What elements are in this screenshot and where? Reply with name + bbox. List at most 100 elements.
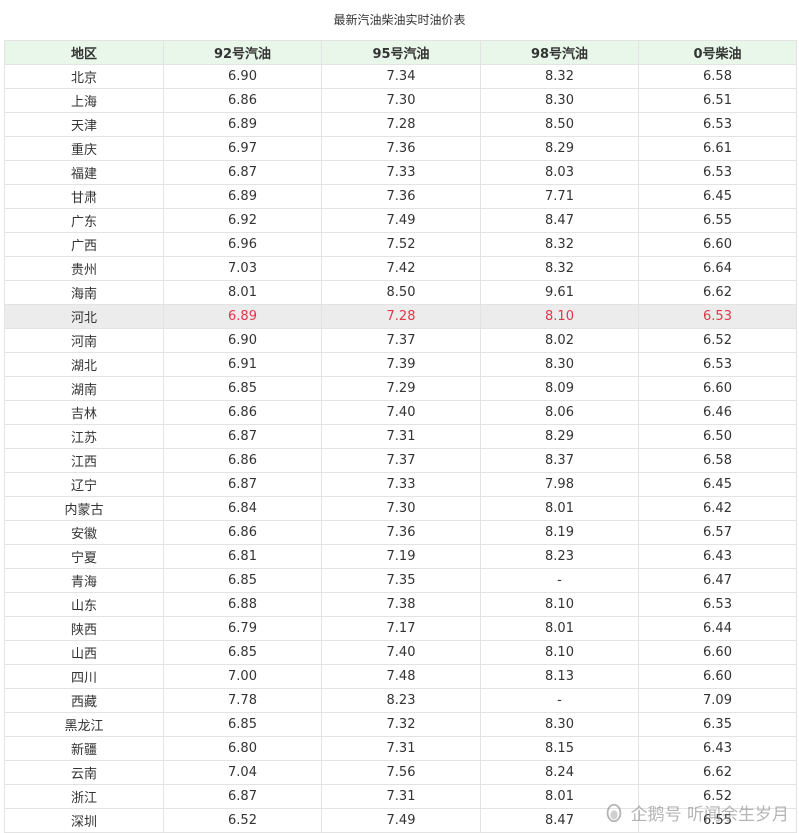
price-diesel-cell: 6.46 [638,400,797,425]
price-98-cell: 8.32 [480,64,639,89]
price-diesel-cell: 7.09 [638,688,797,713]
price-diesel-cell: 6.45 [638,184,797,209]
table-row: 西藏 7.78 8.23-7.09 [4,688,797,713]
table-row: 河北 6.89 7.28 8.10 6.53 [4,304,797,329]
price-95-cell: 7.32 [321,712,481,737]
region-cell: 浙江 [4,784,164,809]
price-95-cell: 7.40 [321,640,481,665]
price-98-cell: 7.98 [480,472,639,497]
table-row: 湖南 6.85 7.29 8.09 6.60 [4,376,797,401]
price-92-cell: 6.80 [163,736,322,761]
price-92-cell: 6.86 [163,448,322,473]
price-diesel-cell: 6.52 [638,328,797,353]
price-98-cell: 8.13 [480,664,639,689]
table-row: 山西 6.85 7.40 8.10 6.60 [4,640,797,665]
price-diesel-cell: 6.60 [638,664,797,689]
price-92-cell: 6.87 [163,424,322,449]
price-diesel-cell: 6.43 [638,736,797,761]
region-cell: 重庆 [4,136,164,161]
price-98-cell: 8.23 [480,544,639,569]
region-cell: 甘肃 [4,184,164,209]
table-row: 青海 6.85 7.35-6.47 [4,568,797,593]
price-92-cell: 7.03 [163,256,322,281]
price-diesel-cell: 6.53 [638,352,797,377]
price-diesel-cell: 6.35 [638,712,797,737]
column-header-0-diesel: 0号柴油 [638,40,797,65]
price-95-cell: 7.56 [321,760,481,785]
price-92-cell: 6.85 [163,712,322,737]
price-98-cell: 8.01 [480,784,639,809]
table-row: 陕西 6.79 7.17 8.01 6.44 [4,616,797,641]
price-diesel-cell: 6.53 [638,592,797,617]
price-95-cell: 7.38 [321,592,481,617]
price-95-cell: 7.19 [321,544,481,569]
table-row: 吉林 6.86 7.40 8.06 6.46 [4,400,797,425]
price-98-cell: 8.50 [480,112,639,137]
table-row: 江西 6.86 7.37 8.37 6.58 [4,448,797,473]
price-95-cell: 7.30 [321,496,481,521]
price-95-cell: 7.36 [321,184,481,209]
region-cell: 吉林 [4,400,164,425]
region-cell: 黑龙江 [4,712,164,737]
column-header-92-gasoline: 92号汽油 [163,40,322,65]
region-cell: 天津 [4,112,164,137]
price-92-cell: 6.97 [163,136,322,161]
price-98-cell: 8.30 [480,88,639,113]
price-92-cell: 7.04 [163,760,322,785]
price-95-cell: 7.36 [321,520,481,545]
price-92-cell: 6.86 [163,88,322,113]
price-98-cell: - [480,568,639,593]
price-diesel-cell: 6.62 [638,760,797,785]
table-row: 新疆 6.80 7.31 8.15 6.43 [4,736,797,761]
region-cell: 河南 [4,328,164,353]
price-95-cell: 7.31 [321,736,481,761]
price-92-cell: 6.79 [163,616,322,641]
price-98-cell: 8.24 [480,760,639,785]
price-98-cell: 9.61 [480,280,639,305]
price-diesel-cell: 6.57 [638,520,797,545]
price-98-cell: 8.30 [480,352,639,377]
price-95-cell: 8.50 [321,280,481,305]
region-cell: 山西 [4,640,164,665]
price-diesel-cell: 6.64 [638,256,797,281]
price-95-cell: 7.39 [321,352,481,377]
price-diesel-cell: 6.50 [638,424,797,449]
price-98-cell: 8.03 [480,160,639,185]
price-92-cell: 8.01 [163,280,322,305]
price-diesel-cell: 6.55 [638,808,797,833]
region-cell: 陕西 [4,616,164,641]
price-diesel-cell: 6.60 [638,640,797,665]
price-98-cell: 8.10 [480,640,639,665]
price-98-cell: 8.02 [480,328,639,353]
price-diesel-cell: 6.44 [638,616,797,641]
region-cell: 广西 [4,232,164,257]
price-92-cell: 6.88 [163,592,322,617]
price-95-cell: 7.34 [321,64,481,89]
region-cell: 北京 [4,64,164,89]
table-row: 黑龙江 6.85 7.32 8.30 6.35 [4,712,797,737]
price-98-cell: 8.10 [480,592,639,617]
table-row: 福建 6.87 7.33 8.03 6.53 [4,160,797,185]
price-98-cell: 8.01 [480,496,639,521]
price-98-cell: 8.19 [480,520,639,545]
region-cell: 江苏 [4,424,164,449]
price-98-cell: 8.10 [480,304,639,329]
region-cell: 海南 [4,280,164,305]
table-row: 江苏 6.87 7.31 8.29 6.50 [4,424,797,449]
price-diesel-cell: 6.45 [638,472,797,497]
price-95-cell: 7.33 [321,160,481,185]
price-92-cell: 6.92 [163,208,322,233]
price-98-cell: 8.29 [480,424,639,449]
price-95-cell: 7.49 [321,208,481,233]
price-92-cell: 6.87 [163,784,322,809]
table-row: 浙江 6.87 7.31 8.01 6.52 [4,784,797,809]
table-row: 海南 8.01 8.50 9.61 6.62 [4,280,797,305]
price-diesel-cell: 6.51 [638,88,797,113]
region-cell: 辽宁 [4,472,164,497]
region-cell: 湖北 [4,352,164,377]
price-98-cell: 8.29 [480,136,639,161]
price-98-cell: 8.37 [480,448,639,473]
table-row: 北京 6.90 7.34 8.32 6.58 [4,64,797,89]
fuel-price-table: 地区 92号汽油 95号汽油 98号汽油 0号柴油 北京 6.90 7.34 8.32… [4,40,797,833]
price-95-cell: 7.37 [321,328,481,353]
